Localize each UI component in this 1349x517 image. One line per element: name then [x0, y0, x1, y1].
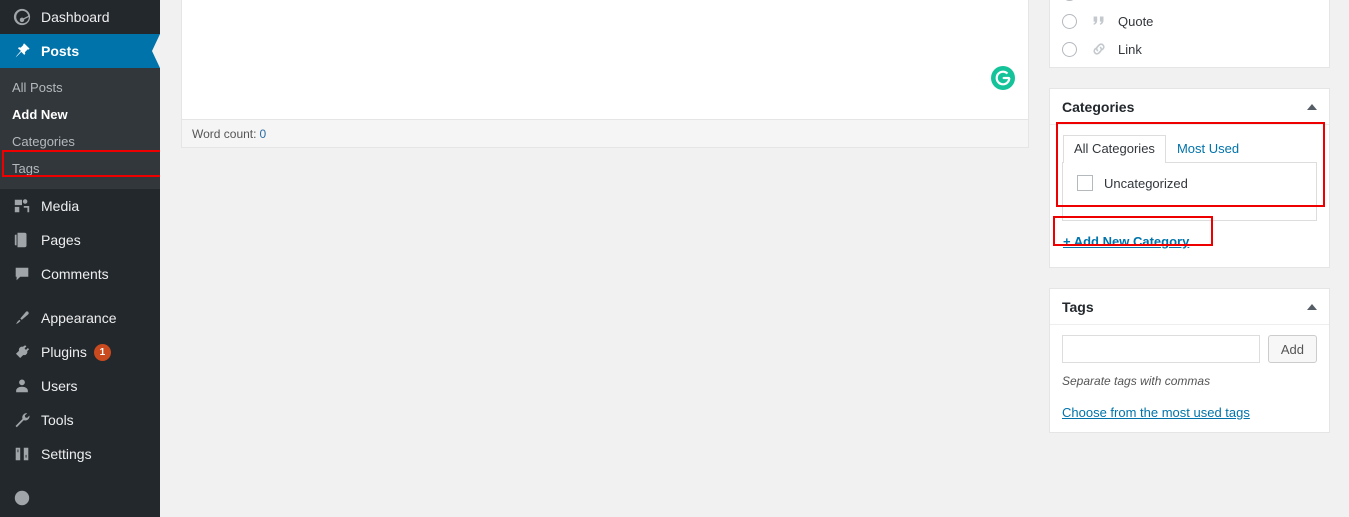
- tags-box: Tags Add Separate tags with commas Choos…: [1049, 288, 1330, 433]
- video-icon: [1089, 0, 1109, 3]
- posts-submenu: All Posts Add New Categories Tags: [0, 68, 160, 189]
- categories-box-body: All Categories Most Used Uncategorized +…: [1050, 125, 1329, 267]
- sidebar-item-settings[interactable]: Settings: [0, 437, 160, 471]
- sidebar-item-pages[interactable]: Pages: [0, 223, 160, 257]
- post-format-label: Link: [1118, 41, 1142, 57]
- sidebar-item-label: Comments: [41, 266, 109, 282]
- wrench-icon: [12, 410, 32, 430]
- editor-text-area[interactable]: [182, 0, 1028, 120]
- radio-video[interactable]: [1062, 0, 1077, 1]
- chevron-up-icon[interactable]: [1307, 303, 1317, 310]
- tags-box-header[interactable]: Tags: [1050, 289, 1329, 325]
- post-format-box: Aside Image: [1049, 0, 1330, 68]
- comments-icon: [12, 264, 32, 284]
- sidebar-item-posts[interactable]: Posts: [0, 34, 160, 68]
- plugins-update-badge: 1: [93, 343, 111, 361]
- plug-icon: [12, 342, 32, 362]
- sliders-icon: [12, 444, 32, 464]
- sidebar-item-label: Pages: [41, 232, 81, 248]
- post-format-option-link[interactable]: Link: [1050, 35, 1329, 63]
- add-tag-button[interactable]: Add: [1267, 335, 1317, 363]
- categories-box-title: Categories: [1062, 98, 1135, 115]
- sidebar-item-label: Media: [41, 198, 80, 214]
- post-sidebar-column: Aside Image: [1049, 0, 1330, 453]
- editor-status-bar: Word count: 0: [182, 120, 1028, 147]
- chevron-up-icon[interactable]: [1307, 103, 1317, 110]
- sidebar-item-tools[interactable]: Tools: [0, 403, 160, 437]
- categories-box-header[interactable]: Categories: [1050, 89, 1329, 125]
- tag-entry-row: Add: [1062, 335, 1317, 363]
- quote-icon: [1089, 11, 1109, 31]
- sidebar-item-label: Tools: [41, 412, 74, 428]
- tag-input[interactable]: [1062, 335, 1260, 363]
- sidebar-subitem-categories[interactable]: Categories: [0, 128, 160, 155]
- sidebar-item-label: Appearance: [41, 310, 117, 326]
- sidebar-item-label: Users: [41, 378, 78, 394]
- pages-icon: [12, 230, 32, 250]
- sidebar-item-appearance[interactable]: Appearance: [0, 301, 160, 335]
- menu-separator: [0, 291, 160, 301]
- sidebar-item-users[interactable]: Users: [0, 369, 160, 403]
- sidebar-item-dashboard[interactable]: Dashboard: [0, 0, 160, 34]
- sidebar-item-label: Settings: [41, 446, 92, 462]
- post-format-option-quote[interactable]: Quote: [1050, 7, 1329, 35]
- menu-separator-bottom: [0, 471, 160, 481]
- sidebar-item-comments[interactable]: Comments: [0, 257, 160, 291]
- sidebar-item-media[interactable]: Media: [0, 189, 160, 223]
- sidebar-item-collapse[interactable]: [0, 481, 160, 515]
- dashboard-icon: [12, 7, 32, 27]
- tab-most-used[interactable]: Most Used: [1166, 135, 1250, 162]
- active-menu-arrow: [152, 34, 160, 68]
- radio-quote[interactable]: [1062, 13, 1077, 29]
- choose-most-used-tags-link[interactable]: Choose from the most used tags: [1062, 405, 1250, 420]
- tags-box-body: Add Separate tags with commas Choose fro…: [1050, 325, 1329, 432]
- post-format-option-video[interactable]: Video: [1050, 0, 1329, 7]
- tag-hint-text: Separate tags with commas: [1062, 374, 1211, 388]
- tab-all-categories[interactable]: All Categories: [1063, 135, 1166, 163]
- media-icon: [12, 196, 32, 216]
- checkbox-uncategorized[interactable]: [1077, 175, 1093, 191]
- categories-tab-list: All Categories Most Used: [1062, 135, 1317, 163]
- categories-checklist: Uncategorized: [1062, 163, 1317, 221]
- sidebar-item-label: Dashboard: [41, 9, 110, 25]
- radio-link[interactable]: [1062, 41, 1077, 57]
- word-count-value: 0: [259, 126, 267, 141]
- tags-box-title: Tags: [1062, 298, 1094, 315]
- add-new-category-row: + Add New Category: [1062, 221, 1317, 255]
- link-icon: [1089, 39, 1109, 59]
- category-item-uncategorized[interactable]: Uncategorized: [1077, 175, 1316, 191]
- sidebar-item-plugins[interactable]: Plugins 1: [0, 335, 160, 369]
- pin-icon: [12, 41, 32, 61]
- post-format-label: Quote: [1118, 13, 1154, 29]
- post-format-label: Video: [1118, 0, 1151, 1]
- sidebar-item-label: Plugins: [41, 344, 87, 360]
- word-count-label: Word count:: [192, 126, 257, 141]
- user-icon: [12, 376, 32, 396]
- sidebar-subitem-tags[interactable]: Tags: [0, 155, 160, 182]
- sidebar-subitem-all-posts[interactable]: All Posts: [0, 74, 160, 101]
- wordpress-admin-screen: Dashboard Posts All Posts Add New Catego…: [0, 0, 1349, 517]
- admin-sidebar-menu: Dashboard Posts All Posts Add New Catego…: [0, 0, 160, 517]
- post-content-editor: Word count: 0: [181, 0, 1029, 148]
- grammarly-icon[interactable]: [990, 65, 1016, 91]
- sidebar-item-label: Posts: [41, 43, 80, 59]
- paintbrush-icon: [12, 308, 32, 328]
- categories-box: Categories All Categories Most Used Unca…: [1049, 88, 1330, 268]
- sidebar-subitem-add-new[interactable]: Add New: [0, 101, 160, 128]
- collapse-icon: [12, 488, 32, 508]
- add-new-category-link[interactable]: + Add New Category: [1063, 234, 1189, 249]
- category-label: Uncategorized: [1104, 175, 1188, 191]
